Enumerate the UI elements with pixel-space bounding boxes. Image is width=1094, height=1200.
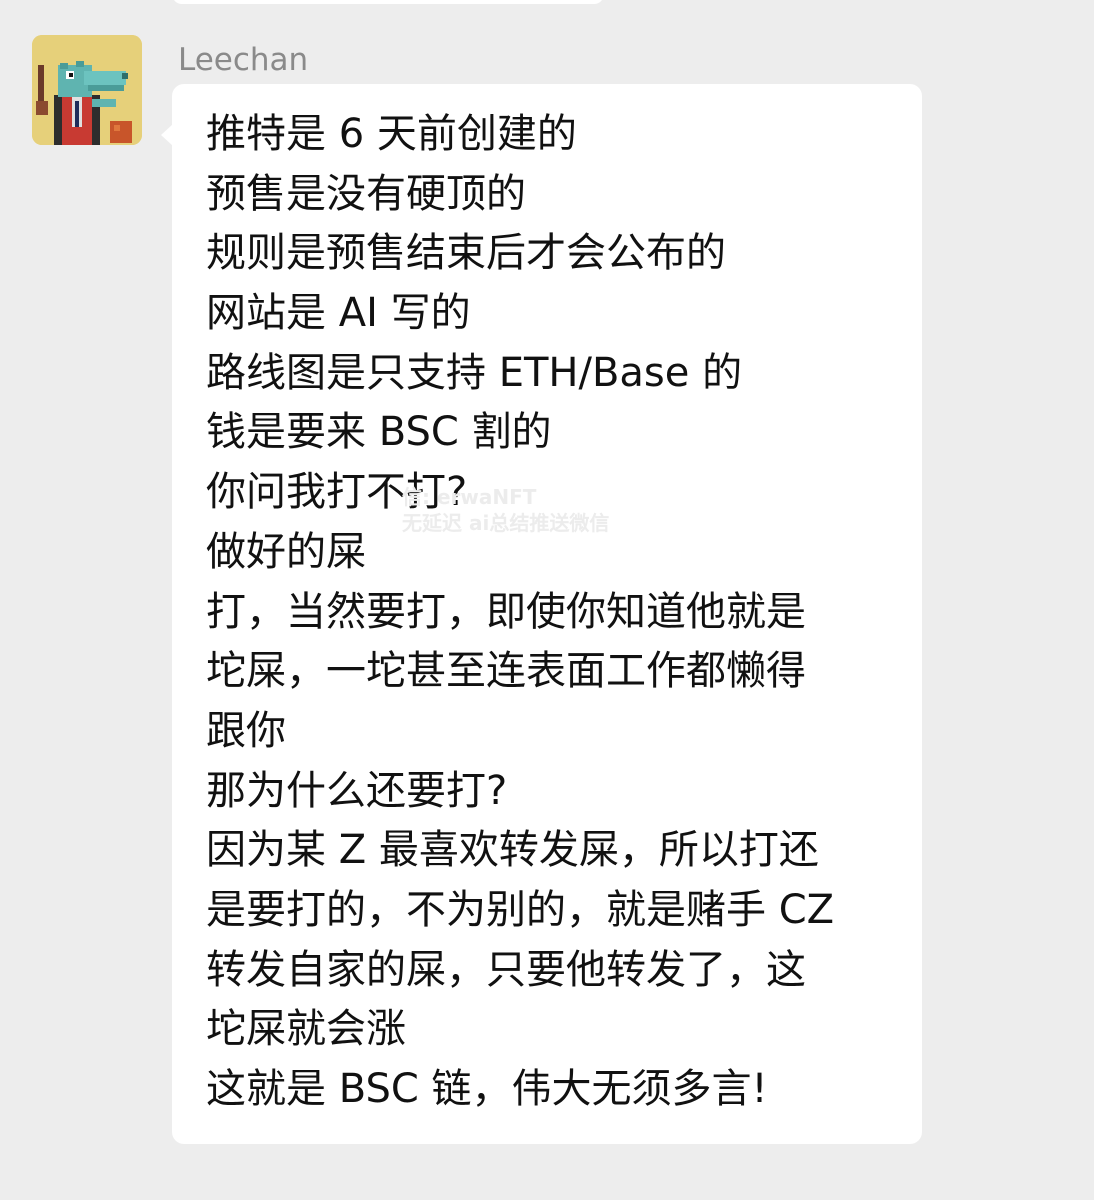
message-line: 钱是要来 BSC 割的 (206, 409, 552, 456)
message-line: 那为什么还要打? (206, 767, 508, 814)
message-line: 你问我打不打? (206, 469, 468, 516)
message-line: 推特是 6 天前创建的 (206, 111, 577, 157)
message-bubble[interactable]: 推特是 6 天前创建的 预售是没有硬顶的 规则是预售结束后才会公布的 网站是 A… (161, 84, 922, 1144)
bubble-tail (161, 124, 173, 146)
pixel-crocodile-avatar-icon (32, 35, 142, 145)
message-line: 坨屎，一坨甚至连表面工作都懒得 (206, 648, 806, 695)
message-line: 规则是预售结束后才会公布的 (206, 230, 726, 277)
message-line: 做好的屎 (206, 528, 366, 575)
message-line: 跟你 (206, 707, 286, 754)
message-text: 推特是 6 天前创建的 预售是没有硬顶的 规则是预售结束后才会公布的 网站是 A… (206, 105, 902, 1120)
previous-message-bubble (172, 0, 604, 4)
message-line: 是要打的，不为别的，就是赌手 CZ (206, 886, 835, 933)
message-line: 这就是 BSC 链，伟大无须多言! (206, 1066, 768, 1112)
message-line: 打，当然要打，即使你知道他就是 (206, 588, 806, 635)
message-line: 坨屎就会涨 (206, 1006, 406, 1053)
sender-name: Leechan (178, 42, 309, 78)
message-line: 因为某 Z 最喜欢转发屎，所以打还 (206, 827, 819, 874)
message-line: 网站是 AI 写的 (206, 290, 471, 337)
message-line: 预售是没有硬顶的 (206, 170, 526, 217)
sender-avatar[interactable] (32, 35, 142, 145)
message-line: 路线图是只支持 ETH/Base 的 (206, 349, 743, 396)
message-line: 转发自家的屎，只要他转发了，这 (206, 946, 806, 993)
